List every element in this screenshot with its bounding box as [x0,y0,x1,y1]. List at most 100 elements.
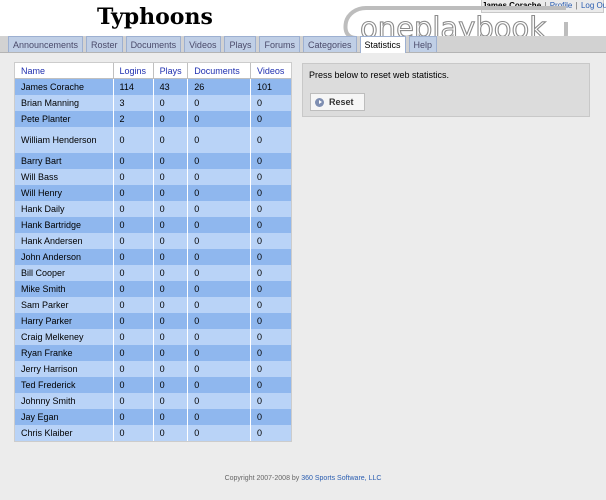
reset-instructions: Press below to reset web statistics. [309,70,450,80]
column-header-videos[interactable]: Videos [250,63,291,79]
stat-cell: 3 [113,95,154,111]
table-row: William Henderson 0 0 0 0 [15,127,291,153]
stat-cell: 0 [187,127,252,153]
tab-announcements[interactable]: Announcements [8,36,84,52]
table-row: Hank Bartridge 0 0 0 0 [15,217,291,233]
column-header-logins[interactable]: Logins [113,63,154,79]
statistics-table-container: Name Logins Plays Documents Videos James Cor… [14,62,292,442]
stat-cell: 0 [113,393,154,409]
stat-cell: 0 [257,428,263,438]
stat-cell: 0 [113,185,154,201]
stat-cell: 2 [113,111,154,127]
player-name-cell: Hank Andersen [15,233,114,249]
player-name-cell: James Corache [15,78,114,95]
table-row: Pete Planter 2 0 0 0 [15,111,291,127]
stat-cell: 0 [153,153,189,169]
stat-cell: 0 [187,377,252,393]
stat-cell: 0 [113,313,154,329]
player-name-cell: Craig Melkeney [15,329,114,345]
stat-cell: 0 [153,377,189,393]
stat-cell: 0 [113,361,154,377]
stat-cell: 0 [113,153,154,169]
stat-cell: 0 [113,409,154,425]
player-name-cell: Will Bass [15,169,114,185]
stat-cell: 0 [187,425,252,441]
table-row: Ted Frederick 0 0 0 0 [15,377,291,393]
player-name-cell: Hank Bartridge [15,217,114,233]
stat-cell: 0 [257,332,263,342]
stat-cell: 0 [153,393,189,409]
player-name-cell: Jay Egan [15,409,114,425]
tab-forums[interactable]: Forums [259,36,300,52]
player-name-cell: Ted Frederick [15,377,114,393]
stat-cell: 0 [187,297,252,313]
stat-cell: 0 [113,297,154,313]
player-name-cell: Brian Manning [15,95,114,111]
stat-cell: 101 [257,82,273,92]
tab-roster[interactable]: Roster [86,36,123,52]
stat-cell: 0 [187,361,252,377]
table-row: Craig Melkeney 0 0 0 0 [15,329,291,345]
stat-cell: 0 [153,95,189,111]
table-row: Mike Smith 0 0 0 0 [15,281,291,297]
stat-cell: 0 [187,169,252,185]
stat-cell: 0 [153,127,189,153]
column-header-documents[interactable]: Documents [187,63,252,79]
player-name-cell: Will Henry [15,185,114,201]
stat-cell: 0 [187,345,252,361]
stat-cell: 0 [153,249,189,265]
stat-cell: 0 [113,217,154,233]
stat-cell: 0 [153,217,189,233]
stat-cell: 0 [113,377,154,393]
reset-button[interactable]: Reset [310,93,365,111]
tab-help[interactable]: Help [408,36,438,52]
player-name-cell: Ryan Franke [15,345,114,361]
stat-cell: 0 [153,201,189,217]
stat-cell: 0 [113,329,154,345]
stat-cell: 0 [187,281,252,297]
company-link[interactable]: 360 Sports Software, LLC [301,475,381,482]
stat-cell: 0 [187,329,252,345]
stat-cell: 0 [113,281,154,297]
table-row: Will Henry 0 0 0 0 [15,185,291,201]
logout-link[interactable]: Log Out [581,1,606,10]
column-header-plays[interactable]: Plays [153,63,189,79]
stat-cell: 0 [153,409,189,425]
player-name-cell: Johnny Smith [15,393,114,409]
table-row: Hank Daily 0 0 0 0 [15,201,291,217]
tab-videos[interactable]: Videos [184,36,222,52]
tab-categories[interactable]: Categories [302,36,357,52]
stat-cell: 0 [113,249,154,265]
table-row: Jay Egan 0 0 0 0 [15,409,291,425]
stat-cell: 0 [257,188,263,198]
stat-cell: 0 [257,156,263,166]
stat-cell: 26 [187,78,252,95]
stat-cell: 0 [257,380,263,390]
statistics-table: Name Logins Plays Documents Videos James Cor… [15,63,291,441]
column-header-name[interactable]: Name [15,63,114,79]
stat-cell: 0 [187,409,252,425]
table-row: Harry Parker 0 0 0 0 [15,313,291,329]
tab-statistics[interactable]: Statistics [359,36,406,53]
tab-documents[interactable]: Documents [125,36,182,52]
player-name-cell: Harry Parker [15,313,114,329]
stat-cell: 0 [187,153,252,169]
stat-cell: 0 [257,316,263,326]
stat-cell: 0 [257,268,263,278]
stat-cell: 0 [257,252,263,262]
stat-cell: 0 [187,265,252,281]
table-row: Chris Klaiber 0 0 0 0 [15,425,291,441]
table-row: John Anderson 0 0 0 0 [15,249,291,265]
stat-cell: 0 [153,313,189,329]
table-header-row: Name Logins Plays Documents Videos [15,63,291,79]
stat-cell: 0 [257,114,263,124]
stat-cell: 0 [257,172,263,182]
stat-cell: 0 [113,233,154,249]
stat-cell: 0 [187,201,252,217]
player-name-cell: Sam Parker [15,297,114,313]
stat-cell: 114 [113,78,154,95]
tab-plays[interactable]: Plays [224,36,257,52]
table-row: Ryan Franke 0 0 0 0 [15,345,291,361]
player-name-cell: Mike Smith [15,281,114,297]
player-name-cell: John Anderson [15,249,114,265]
